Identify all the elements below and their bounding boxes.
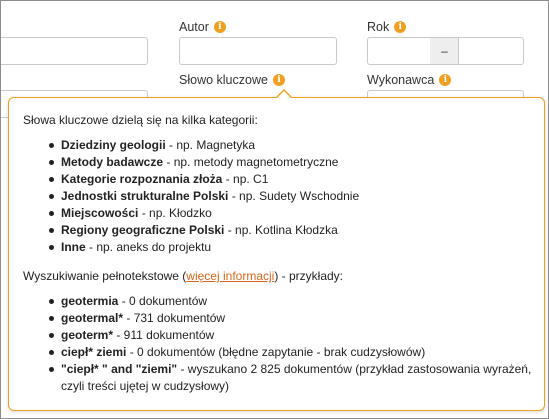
autor-input[interactable] xyxy=(179,37,337,65)
rok-to-input[interactable] xyxy=(458,37,524,65)
list-item: geotermal* - 731 dokumentów xyxy=(49,310,533,327)
example-term: ciepł* ziemi xyxy=(61,345,127,359)
category-example: - np. Magnetyka xyxy=(165,138,256,152)
list-item: Jednostki strukturalne Polski - np. Sude… xyxy=(49,188,533,205)
popover-content: Słowa kluczowe dzielą się na kilka kateg… xyxy=(23,112,533,407)
category-name: Dziedziny geologii xyxy=(61,138,166,152)
example-term: geoterm* xyxy=(61,328,114,342)
search-field-partial[interactable] xyxy=(1,37,148,65)
list-item: ciepł* ziemi - 0 dokumentów (błędne zapy… xyxy=(49,344,533,361)
info-icon[interactable]: i xyxy=(394,21,407,33)
popover-intro: Słowa kluczowe dzielą się na kilka kateg… xyxy=(23,113,258,127)
category-name: Inne xyxy=(61,240,86,254)
list-item: Inne - np. aneks do projektu xyxy=(49,239,533,256)
fulltext-suffix: ) - przykłady: xyxy=(274,269,344,283)
example-result: - 0 dokumentów (błędne zapytanie - brak … xyxy=(126,345,426,359)
slowo-kluczowe-label: Słowo kluczowe i xyxy=(179,73,285,87)
example-term: geotermia xyxy=(61,294,119,308)
more-info-link[interactable]: więcej informacji xyxy=(186,269,274,283)
example-result: - 731 dokumentów xyxy=(123,311,226,325)
list-item: Dziedziny geologii - np. Magnetyka xyxy=(49,137,533,154)
example-result: - 0 dokumentów xyxy=(118,294,208,308)
info-icon[interactable]: i xyxy=(439,74,452,86)
category-example: - np. Kotlina Kłodzka xyxy=(224,223,338,237)
wykonawca-label: Wykonawca i xyxy=(367,73,452,87)
category-name: Kategorie rozpoznania złoża xyxy=(61,172,223,186)
fulltext-intro: Wyszukiwanie pełnotekstowe (więcej infor… xyxy=(23,268,533,285)
wykonawca-label-text: Wykonawca xyxy=(367,73,435,87)
rok-range-separator: – xyxy=(430,37,459,65)
rok-from-input[interactable] xyxy=(367,37,431,65)
category-example: - np. Kłodzko xyxy=(138,206,212,220)
autor-label: Autor i xyxy=(179,20,226,34)
fulltext-prefix: Wyszukiwanie pełnotekstowe ( xyxy=(23,269,187,283)
category-name: Regiony geograficzne Polski xyxy=(61,223,225,237)
rok-label-text: Rok xyxy=(367,20,390,34)
category-example: - np. aneks do projektu xyxy=(85,240,212,254)
list-item: "ciepł* " and "ziemi" - wyszukano 2 825 … xyxy=(49,361,533,395)
autor-label-text: Autor xyxy=(179,20,209,34)
category-name: Jednostki strukturalne Polski xyxy=(61,189,229,203)
example-list: geotermia - 0 dokumentów geotermal* - 73… xyxy=(23,293,533,395)
slowo-kluczowe-label-text: Słowo kluczowe xyxy=(179,73,268,87)
popover-arrow-fill xyxy=(276,91,292,99)
category-name: Metody badawcze xyxy=(61,155,164,169)
list-item: Regiony geograficzne Polski - np. Kotlin… xyxy=(49,222,533,239)
list-item: geotermia - 0 dokumentów xyxy=(49,293,533,310)
category-example: - np. C1 xyxy=(222,172,269,186)
search-form-panel: Autor i Rok i – Słowo kluczowe i Wykonaw… xyxy=(0,0,549,419)
category-example: - np. Sudety Wschodnie xyxy=(228,189,360,203)
keyword-help-popover: Słowa kluczowe dzielą się na kilka kateg… xyxy=(8,89,545,411)
list-item: geoterm* - 911 dokumentów xyxy=(49,327,533,344)
list-item: Miejscowości - np. Kłodzko xyxy=(49,205,533,222)
example-term: geotermal* xyxy=(61,311,124,325)
category-list: Dziedziny geologii - np. Magnetyka Metod… xyxy=(23,137,533,256)
rok-label: Rok i xyxy=(367,20,407,34)
category-example: - np. metody magnetometryczne xyxy=(163,155,339,169)
info-icon[interactable]: i xyxy=(272,74,285,86)
list-item: Kategorie rozpoznania złoża - np. C1 xyxy=(49,171,533,188)
category-name: Miejscowości xyxy=(61,206,139,220)
list-item: Metody badawcze - np. metody magnetometr… xyxy=(49,154,533,171)
example-term: "ciepł* " and "ziemi" xyxy=(61,362,178,376)
example-result: - 911 dokumentów xyxy=(113,328,215,342)
info-icon[interactable]: i xyxy=(213,21,226,33)
